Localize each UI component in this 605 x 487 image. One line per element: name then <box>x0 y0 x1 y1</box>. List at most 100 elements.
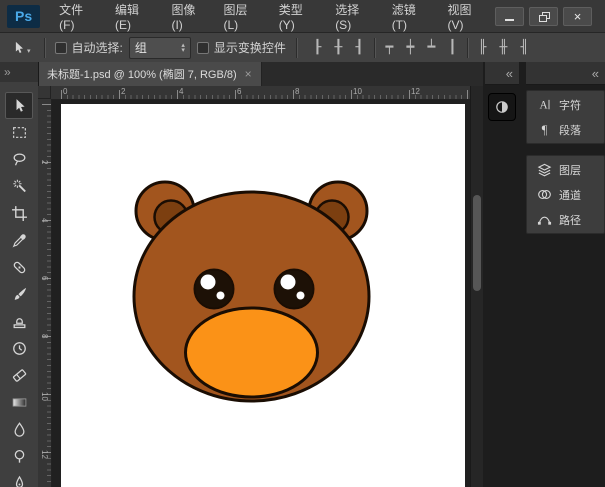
ruler-number: 12 <box>411 87 420 96</box>
dock-collapse-button[interactable]: « <box>526 62 605 85</box>
menu-image[interactable]: 图像(I) <box>162 0 214 32</box>
eyedropper-tool[interactable] <box>5 227 33 254</box>
tab-strip: 未标题-1.psd @ 100% (椭圆 7, RGB/8) × <box>38 62 483 87</box>
eye-highlight <box>201 275 216 290</box>
menu-view[interactable]: 视图(V) <box>439 0 496 32</box>
menubar: 文件(F) 编辑(E) 图像(I) 图层(L) 类型(Y) 选择(S) 滤镜(T… <box>50 0 495 32</box>
canvas[interactable] <box>61 104 465 487</box>
divider <box>296 38 297 58</box>
blur-tool[interactable] <box>5 416 33 443</box>
ruler-number: 8 <box>40 334 49 338</box>
panel-item-layers[interactable]: 图层 <box>527 157 604 182</box>
restore-button[interactable] <box>529 7 558 26</box>
ruler-number: 4 <box>40 218 49 222</box>
photoshop-logo: Ps <box>7 5 40 28</box>
align-bottom-edges-button[interactable]: ┷ <box>421 38 442 57</box>
dropdown-spinner-icon: ▴ ▾ <box>181 43 185 53</box>
adjustments-panel-button[interactable] <box>488 93 516 121</box>
lasso-tool[interactable] <box>5 146 33 173</box>
show-transform-checkbox[interactable] <box>197 42 209 54</box>
distribute-left-edges-button[interactable]: ╟ <box>472 38 493 57</box>
show-transform-group: 显示变换控件 <box>197 39 286 56</box>
tab-title: 未标题-1.psd @ 100% (椭圆 7, RGB/8) <box>47 66 237 82</box>
restore-icon <box>539 12 549 21</box>
icon-dock: « A 字符 ¶ 段落 图层通道路径 <box>526 62 605 234</box>
minimize-button[interactable] <box>495 7 524 26</box>
panel-item-label: 字符 <box>559 97 581 113</box>
ruler-number: 6 <box>40 276 49 280</box>
menu-file[interactable]: 文件(F) <box>50 0 106 32</box>
eye-highlight <box>297 292 305 300</box>
auto-select-target-dropdown[interactable]: 组 ▴ ▾ <box>129 37 191 59</box>
caret-down-icon: ▾ <box>181 48 185 53</box>
align-horizontal-centers-button[interactable]: ╂ <box>328 38 349 57</box>
gradient-tool[interactable] <box>5 389 33 416</box>
pen-tool[interactable] <box>5 470 33 487</box>
menu-type[interactable]: 类型(Y) <box>270 0 327 32</box>
double-arrow-left-icon: « <box>506 66 513 81</box>
ruler-number: 6 <box>237 87 241 96</box>
current-tool-preset[interactable]: ▾ <box>8 38 34 57</box>
quick-selection-tool[interactable] <box>5 173 33 200</box>
auto-select-checkbox[interactable] <box>55 42 67 54</box>
panel-item-label: 段落 <box>559 122 581 138</box>
bear-artwork <box>61 104 465 487</box>
move-tool[interactable] <box>5 92 33 119</box>
tools-list <box>0 82 38 487</box>
svg-text:¶: ¶ <box>541 123 547 137</box>
eye-highlight <box>281 275 296 290</box>
rectangular-marquee-tool[interactable] <box>5 119 33 146</box>
close-button[interactable]: × <box>563 7 592 26</box>
tools-panel: » <box>0 62 39 487</box>
ruler-number: 8 <box>295 87 299 96</box>
options-bar: ▾ 自动选择: 组 ▴ ▾ 显示变换控件 ┠╂┨ ┯┿┷┃ ╟╫╢ <box>0 33 605 63</box>
history-brush-tool-icon <box>11 340 28 357</box>
brush-tool[interactable] <box>5 281 33 308</box>
menu-edit[interactable]: 编辑(E) <box>106 0 163 32</box>
narrow-dock-icons <box>485 93 519 121</box>
panel-item-channels[interactable]: 通道 <box>527 182 604 207</box>
panel-item-label: 通道 <box>559 187 581 203</box>
auto-select-group: 自动选择: <box>55 39 123 56</box>
distribute-horizontal-centers-button[interactable]: ╫ <box>493 38 514 57</box>
scrollbar-thumb[interactable] <box>473 195 481 291</box>
menu-select[interactable]: 选择(S) <box>326 0 383 32</box>
distribute-right-edges-button[interactable]: ╢ <box>514 38 535 57</box>
character-icon: A <box>536 97 552 113</box>
clone-stamp-tool-icon <box>11 313 28 330</box>
panel-group-layers: 图层通道路径 <box>526 155 605 234</box>
divider <box>467 38 468 58</box>
eyedropper-tool-icon <box>11 232 28 249</box>
titlebar: Ps 文件(F) 编辑(E) 图像(I) 图层(L) 类型(Y) 选择(S) 滤… <box>0 0 605 33</box>
move-tool-icon <box>11 97 28 114</box>
distribute-top-edges-button[interactable]: ┃ <box>442 38 463 57</box>
align-top-edges-button[interactable]: ┯ <box>379 38 400 57</box>
vertical-scrollbar[interactable] <box>470 86 483 487</box>
crop-tool[interactable] <box>5 200 33 227</box>
menu-filter[interactable]: 滤镜(T) <box>383 0 439 32</box>
photoshop-window: Ps 文件(F) 编辑(E) 图像(I) 图层(L) 类型(Y) 选择(S) 滤… <box>0 0 605 487</box>
narrow-dock-collapse-button[interactable]: « <box>485 62 519 85</box>
chevron-down-icon: ▾ <box>27 48 31 55</box>
menu-layer[interactable]: 图层(L) <box>214 0 269 32</box>
blur-tool-icon <box>11 421 28 438</box>
align-vertical-centers-button[interactable]: ┿ <box>400 38 421 57</box>
show-transform-label: 显示变换控件 <box>214 39 286 56</box>
clone-stamp-tool[interactable] <box>5 308 33 335</box>
panel-item-label: 路径 <box>559 212 581 228</box>
panel-item-paths[interactable]: 路径 <box>527 207 604 232</box>
layers-icon <box>536 162 552 178</box>
align-buttons: ┠╂┨ ┯┿┷┃ ╟╫╢ <box>307 38 535 58</box>
toolbar-collapse-button[interactable]: » <box>0 62 38 82</box>
panel-item-character[interactable]: A 字符 <box>527 92 604 117</box>
eraser-tool[interactable] <box>5 362 33 389</box>
panel-item-paragraph[interactable]: ¶ 段落 <box>527 117 604 142</box>
document-tab[interactable]: 未标题-1.psd @ 100% (椭圆 7, RGB/8) × <box>38 62 262 86</box>
dodge-tool[interactable] <box>5 443 33 470</box>
align-left-edges-button[interactable]: ┠ <box>307 38 328 57</box>
tab-close-icon[interactable]: × <box>245 67 252 81</box>
history-brush-tool[interactable] <box>5 335 33 362</box>
quick-selection-tool-icon <box>11 178 28 195</box>
spot-healing-brush-tool[interactable] <box>5 254 33 281</box>
align-right-edges-button[interactable]: ┨ <box>349 38 370 57</box>
